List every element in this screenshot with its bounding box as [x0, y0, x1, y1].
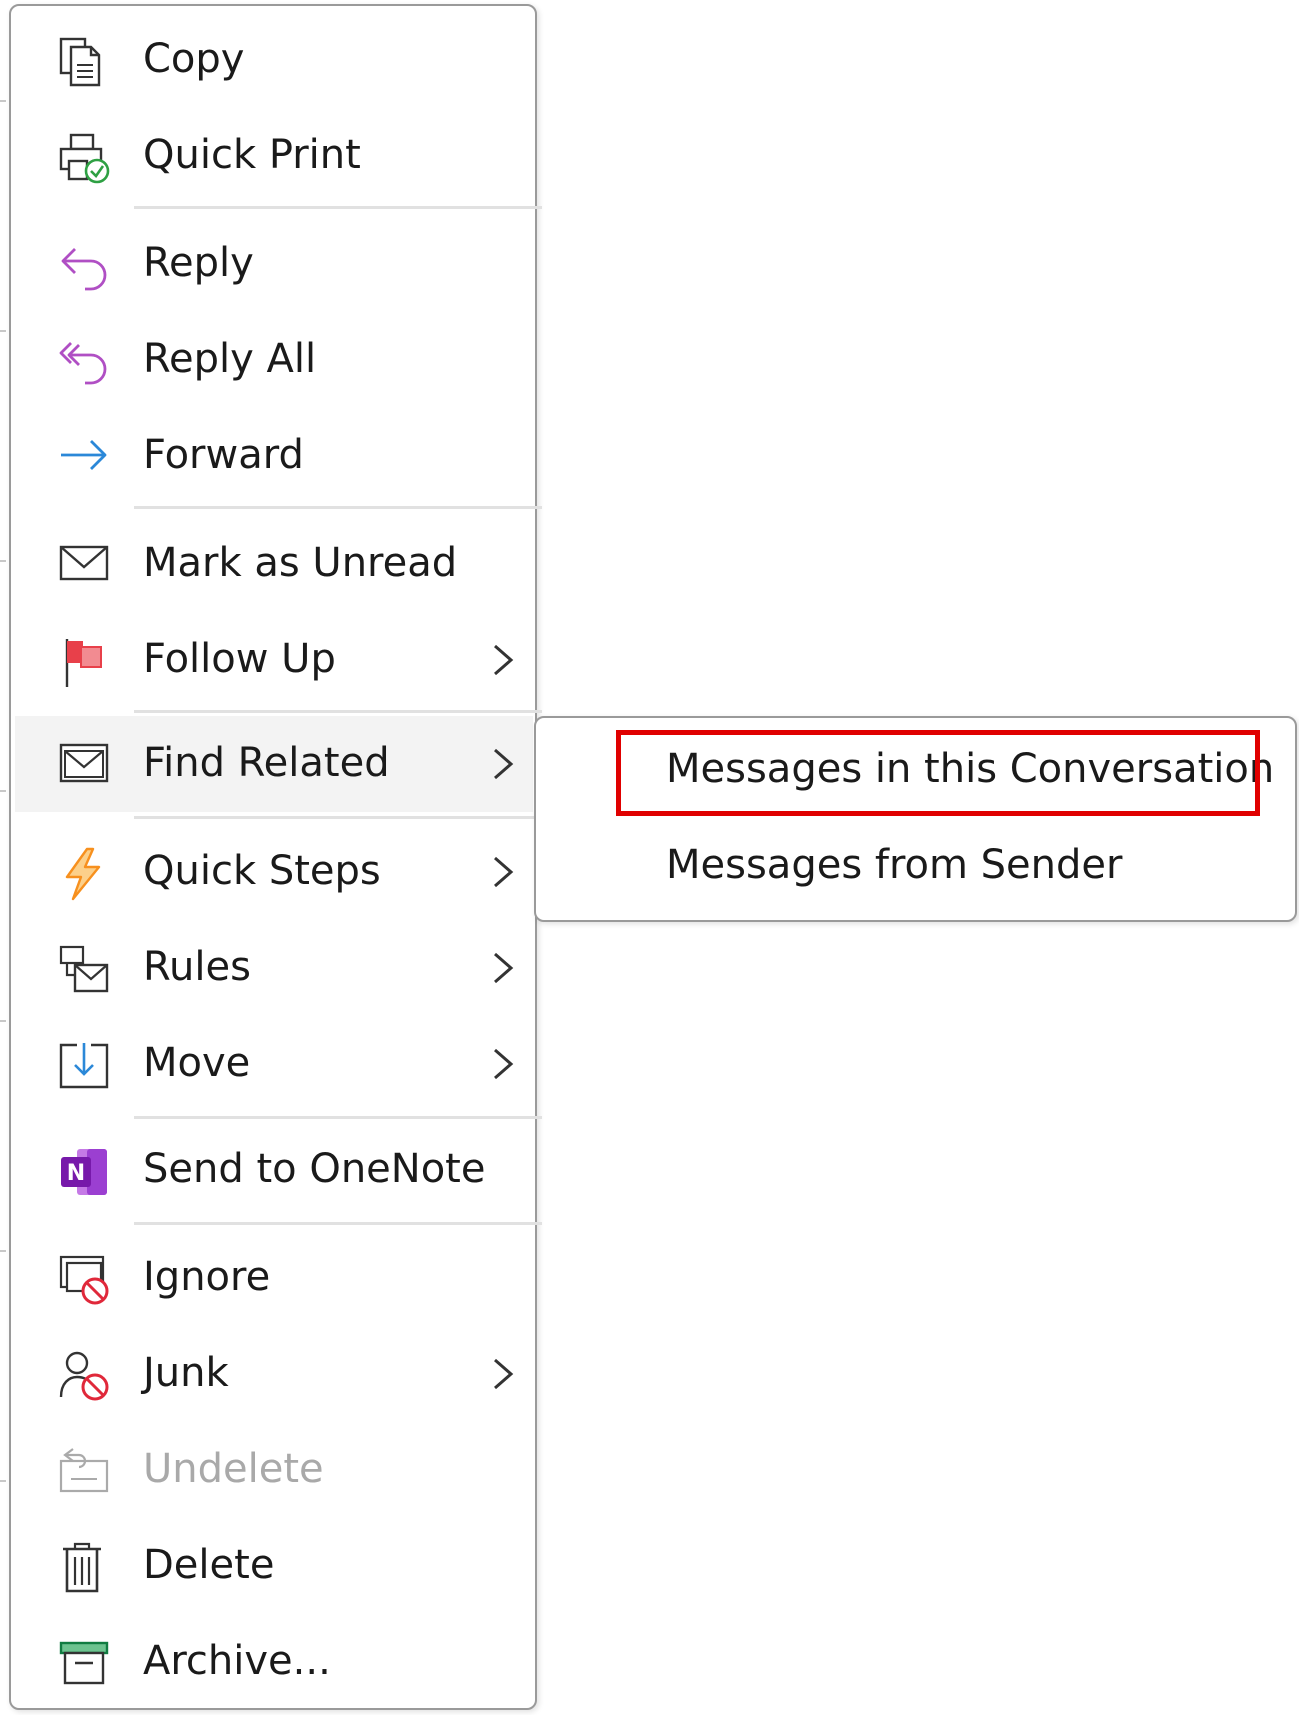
menu-item-mark-as-unread[interactable]: Mark as Unread [15, 516, 533, 612]
highlight-annotation-box [616, 730, 1260, 816]
rules-icon [57, 943, 111, 997]
menu-item-label: Move [143, 1040, 251, 1086]
menu-item-label: Reply [143, 240, 254, 286]
menu-item-label: Send to OneNote [143, 1146, 486, 1192]
menu-separator [134, 506, 542, 509]
svg-text:N: N [67, 1161, 85, 1186]
chevron-right-icon [489, 746, 517, 782]
screenshot-stage: Copy Quick Print Reply Reply All Forward… [0, 0, 1299, 1715]
menu-item-label: Quick Print [143, 132, 361, 178]
menu-item-label: Quick Steps [143, 848, 381, 894]
archive-icon [57, 1637, 111, 1691]
menu-item-rules[interactable]: Rules [15, 920, 533, 1016]
menu-item-label: Follow Up [143, 636, 336, 682]
background-divider [0, 1250, 6, 1252]
menu-item-follow-up[interactable]: Follow Up [15, 612, 533, 708]
background-divider [0, 560, 6, 562]
ignore-icon [57, 1253, 111, 1307]
menu-item-reply-all[interactable]: Reply All [15, 312, 533, 408]
menu-item-undelete: Undelete [15, 1422, 533, 1518]
menu-item-label: Find Related [143, 740, 390, 786]
quick-print-icon [57, 131, 111, 185]
chevron-right-icon [489, 1046, 517, 1082]
submenu-item-messages-from-sender[interactable]: Messages from Sender [666, 842, 1122, 888]
menu-item-label: Archive... [143, 1638, 331, 1684]
forward-icon [57, 431, 111, 485]
menu-item-delete[interactable]: Delete [15, 1518, 533, 1614]
menu-item-label: Delete [143, 1542, 275, 1588]
background-divider [0, 1020, 6, 1022]
reply-all-icon [57, 335, 111, 389]
menu-separator [134, 1116, 542, 1119]
menu-item-copy[interactable]: Copy [15, 12, 533, 108]
flag-icon [57, 635, 111, 689]
move-icon [57, 1039, 111, 1093]
chevron-right-icon [489, 1356, 517, 1392]
menu-item-move[interactable]: Move [15, 1016, 533, 1112]
menu-item-ignore[interactable]: Ignore [15, 1230, 533, 1326]
junk-icon [57, 1349, 111, 1403]
trash-icon [57, 1541, 111, 1595]
menu-separator [134, 206, 542, 209]
menu-item-label: Junk [143, 1350, 229, 1396]
background-divider [0, 790, 6, 792]
undelete-icon [57, 1445, 111, 1499]
menu-item-quick-print[interactable]: Quick Print [15, 108, 533, 204]
menu-item-find-related[interactable]: Find Related [15, 716, 533, 812]
reply-icon [57, 239, 111, 293]
menu-item-label: Forward [143, 432, 304, 478]
chevron-right-icon [489, 950, 517, 986]
envelope-icon [57, 539, 111, 593]
onenote-icon: N [57, 1145, 111, 1199]
menu-separator [134, 710, 542, 713]
chevron-right-icon [489, 854, 517, 890]
menu-item-label: Ignore [143, 1254, 271, 1300]
menu-separator [134, 1222, 542, 1225]
menu-item-send-to-onenote[interactable]: N Send to OneNote [15, 1122, 533, 1218]
find-related-icon [57, 739, 111, 793]
menu-item-label: Reply All [143, 336, 317, 382]
copy-icon [57, 35, 111, 89]
menu-item-label: Undelete [143, 1446, 324, 1492]
menu-item-label: Copy [143, 36, 245, 82]
background-divider [0, 100, 6, 102]
menu-separator [134, 816, 542, 819]
menu-item-quick-steps[interactable]: Quick Steps [15, 824, 533, 920]
menu-item-archive[interactable]: Archive... [15, 1614, 533, 1710]
context-menu: Copy Quick Print Reply Reply All Forward… [9, 4, 542, 1710]
background-divider [0, 330, 6, 332]
menu-item-junk[interactable]: Junk [15, 1326, 533, 1422]
menu-item-forward[interactable]: Forward [15, 408, 533, 504]
menu-item-reply[interactable]: Reply [15, 216, 533, 312]
background-divider [0, 1480, 6, 1482]
menu-item-label: Rules [143, 944, 251, 990]
menu-item-label: Mark as Unread [143, 540, 458, 586]
lightning-icon [57, 847, 111, 901]
chevron-right-icon [489, 642, 517, 678]
